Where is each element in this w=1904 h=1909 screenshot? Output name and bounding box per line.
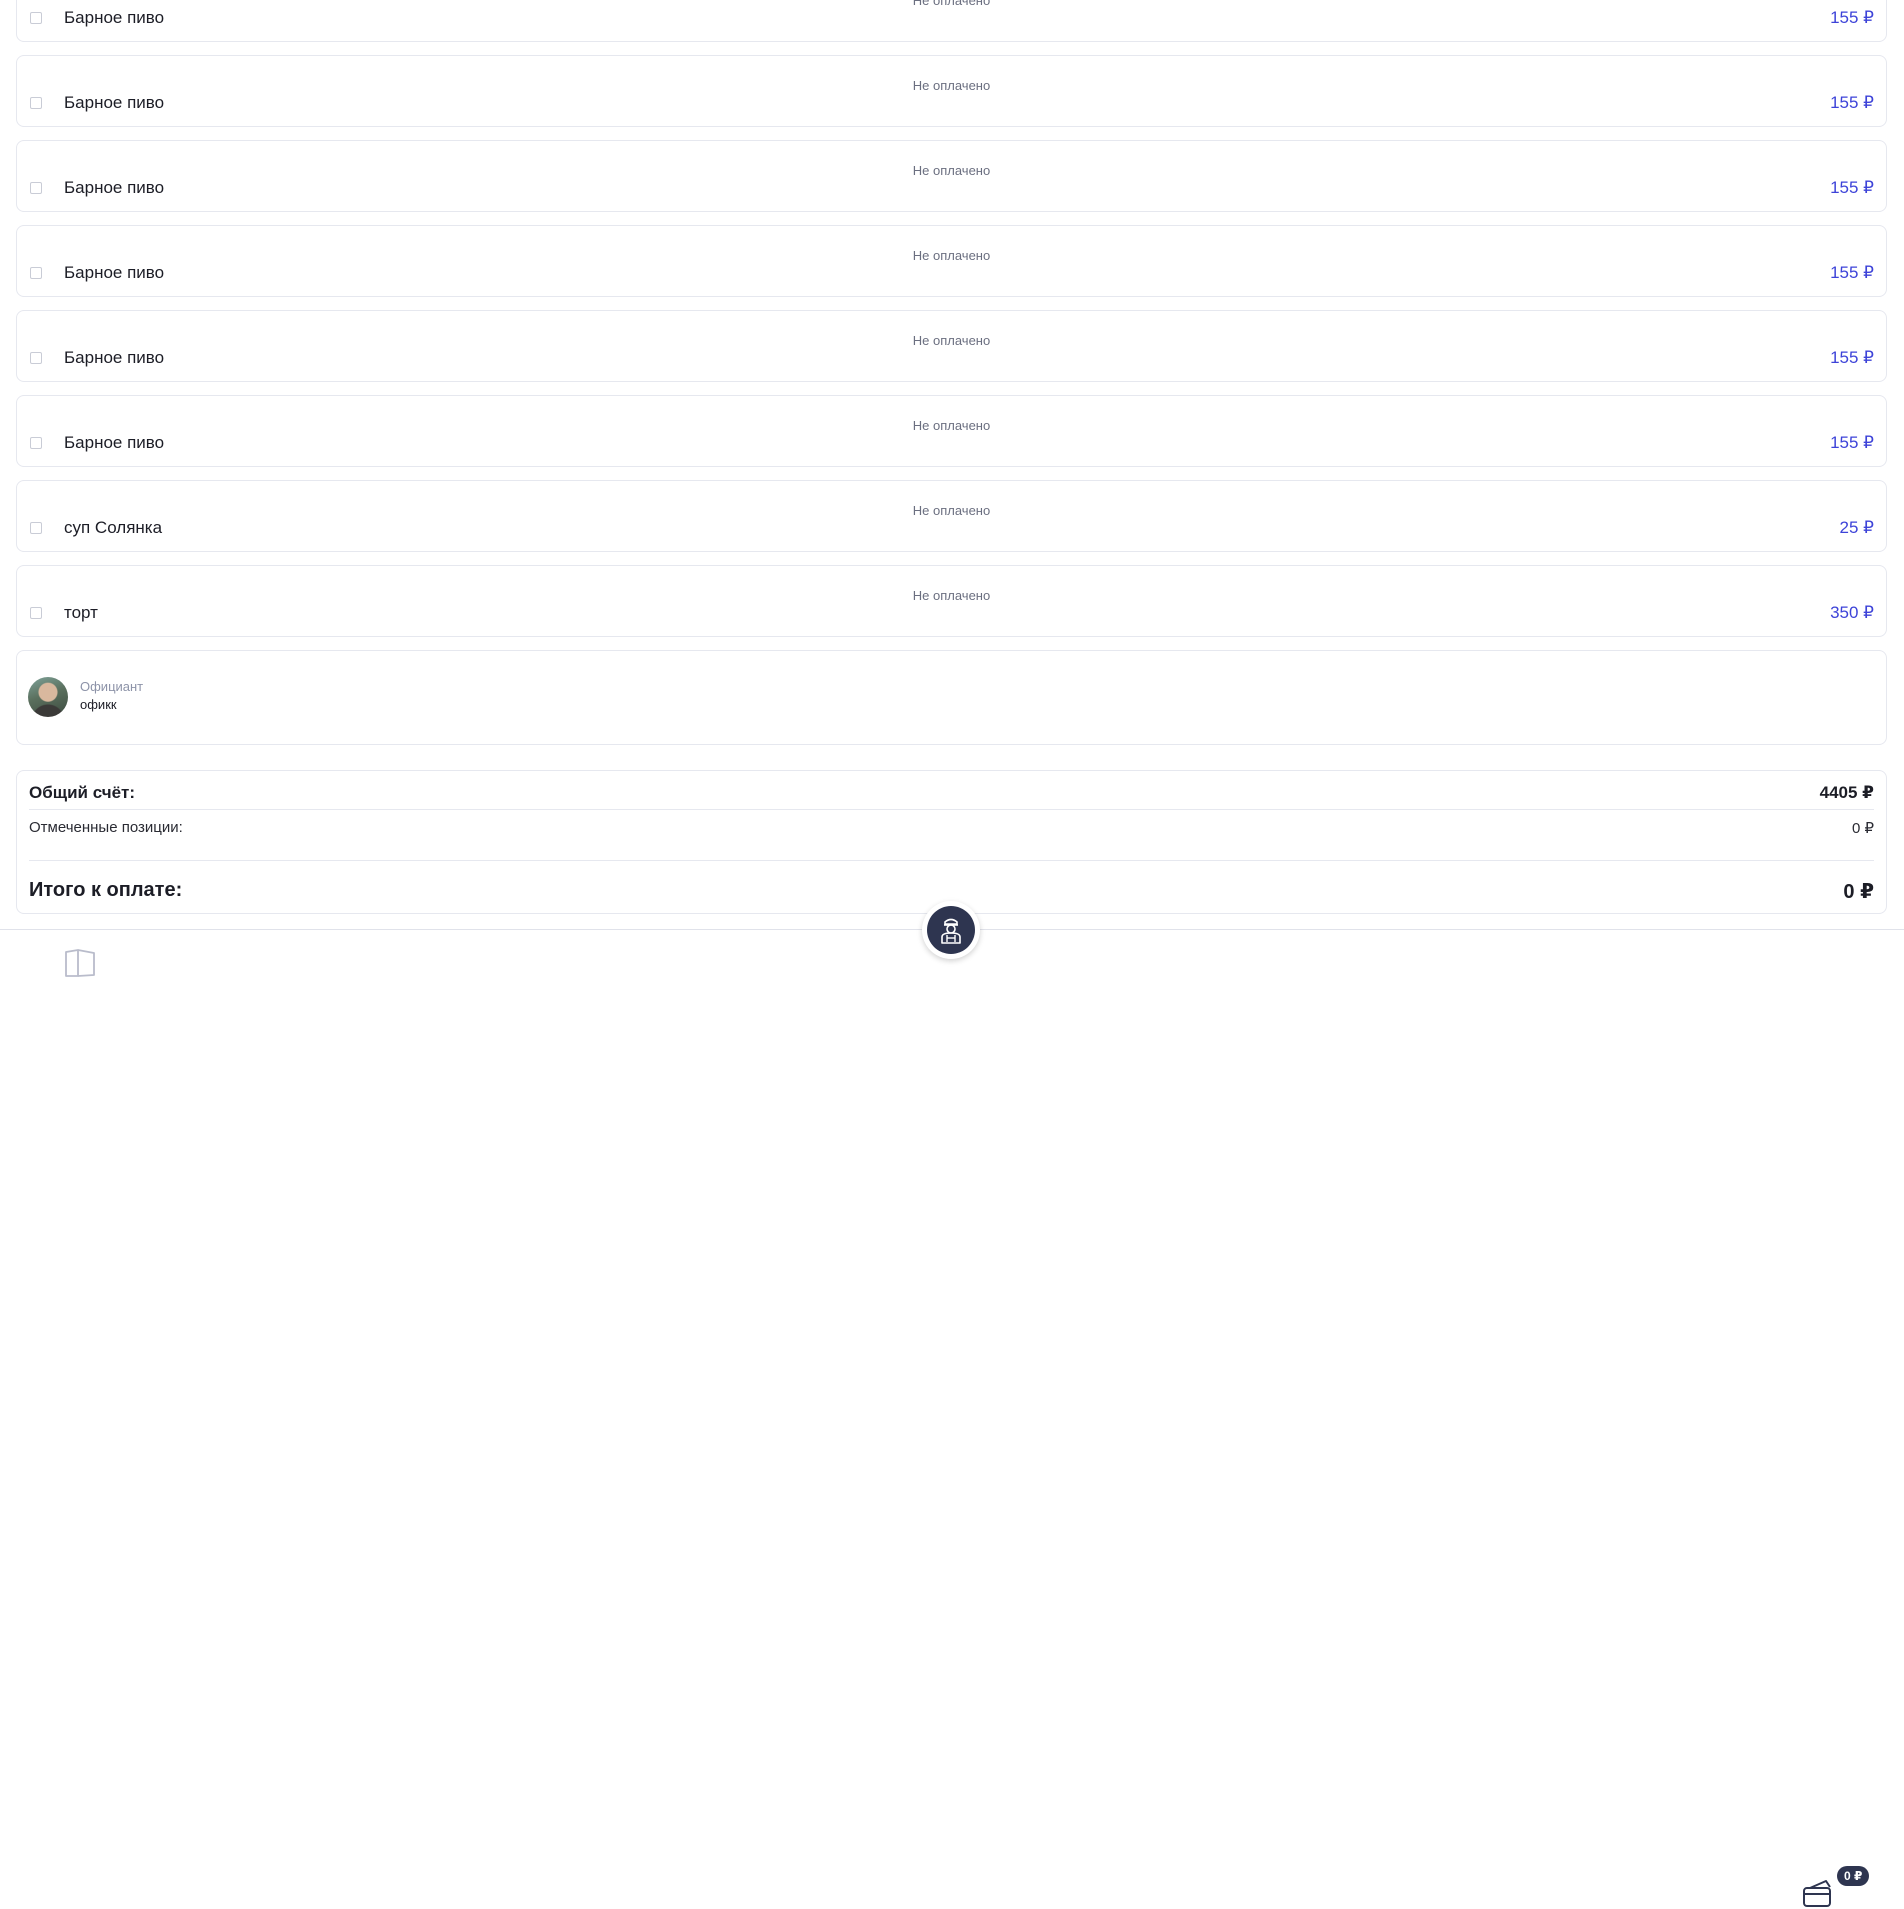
item-name: Барное пиво [64,348,165,367]
cart-badge: 0 ₽ [1837,1866,1870,1886]
item-status: Не оплачено [912,503,991,518]
card-icon[interactable] [1802,1877,1836,1909]
item-checkbox[interactable] [30,12,42,24]
item-price: 350 ₽ [1830,603,1874,622]
total-row: Общий счёт: 4405 ₽ [29,783,1874,810]
divider [29,860,1874,861]
waiter-card: Официант офикк [16,650,1887,745]
item-name: Барное пиво [64,433,165,452]
order-item[interactable]: суп Солянка Не оплачено 25 ₽ [16,480,1887,552]
order-item[interactable]: Барное пиво Не оплачено 155 ₽ [16,225,1887,297]
order-item[interactable]: Барное пиво Не оплачено 155 ₽ [16,310,1887,382]
order-item[interactable]: Барное пиво Не оплачено 155 ₽ [16,55,1887,127]
item-name: Барное пиво [64,263,165,282]
item-price: 155 ₽ [1830,93,1874,112]
waiter-name: офикк [80,697,117,712]
waiter-role: Официант [80,679,144,694]
order-item[interactable]: Барное пиво Не оплачено 155 ₽ [16,0,1887,42]
call-waiter-button-inner[interactable] [927,906,975,954]
order-item[interactable]: Барное пиво Не оплачено 155 ₽ [16,395,1887,467]
item-status: Не оплачено [912,333,991,348]
item-price: 155 ₽ [1830,433,1874,452]
item-checkbox[interactable] [30,182,42,194]
item-name: суп Солянка [64,518,163,537]
item-checkbox[interactable] [30,607,42,619]
item-status: Не оплачено [912,418,991,433]
to-pay-label: Итого к оплате: [29,879,183,901]
item-checkbox[interactable] [30,97,42,109]
item-checkbox[interactable] [30,267,42,279]
item-name: Барное пиво [64,93,165,112]
item-status: Не оплачено [912,163,991,178]
item-status: Не оплачено [912,588,991,603]
item-name: Барное пиво [64,178,165,197]
item-status: Не оплачено [912,0,991,8]
item-name: торт [64,603,98,622]
item-checkbox[interactable] [30,522,42,534]
book-icon[interactable] [64,948,96,978]
to-pay-value: 0 ₽ [1843,881,1874,903]
totals-card: Общий счёт: 4405 ₽ Отмеченные позиции: 0… [16,770,1887,914]
order-item[interactable]: Барное пиво Не оплачено 155 ₽ [16,140,1887,212]
item-price: 155 ₽ [1830,263,1874,282]
item-checkbox[interactable] [30,352,42,364]
item-name: Барное пиво [64,8,165,27]
total-label: Общий счёт: [29,783,136,802]
item-price: 155 ₽ [1830,8,1874,27]
call-waiter-button[interactable] [922,901,980,959]
selected-label: Отмеченные позиции: [29,819,183,836]
item-price: 155 ₽ [1830,348,1874,367]
order-items-list: Барное пиво Не оплачено 155 ₽ Барное пив… [16,0,1887,650]
item-status: Не оплачено [912,248,991,263]
order-item[interactable]: торт Не оплачено 350 ₽ [16,565,1887,637]
item-price: 155 ₽ [1830,178,1874,197]
selected-value: 0 ₽ [1851,820,1874,837]
item-price: 25 ₽ [1839,518,1874,537]
avatar [28,677,68,717]
waiter-icon [941,918,961,944]
selected-row: Отмеченные позиции: 0 ₽ [29,819,1874,837]
item-status: Не оплачено [912,78,991,93]
item-checkbox[interactable] [30,437,42,449]
total-value: 4405 ₽ [1819,783,1874,802]
